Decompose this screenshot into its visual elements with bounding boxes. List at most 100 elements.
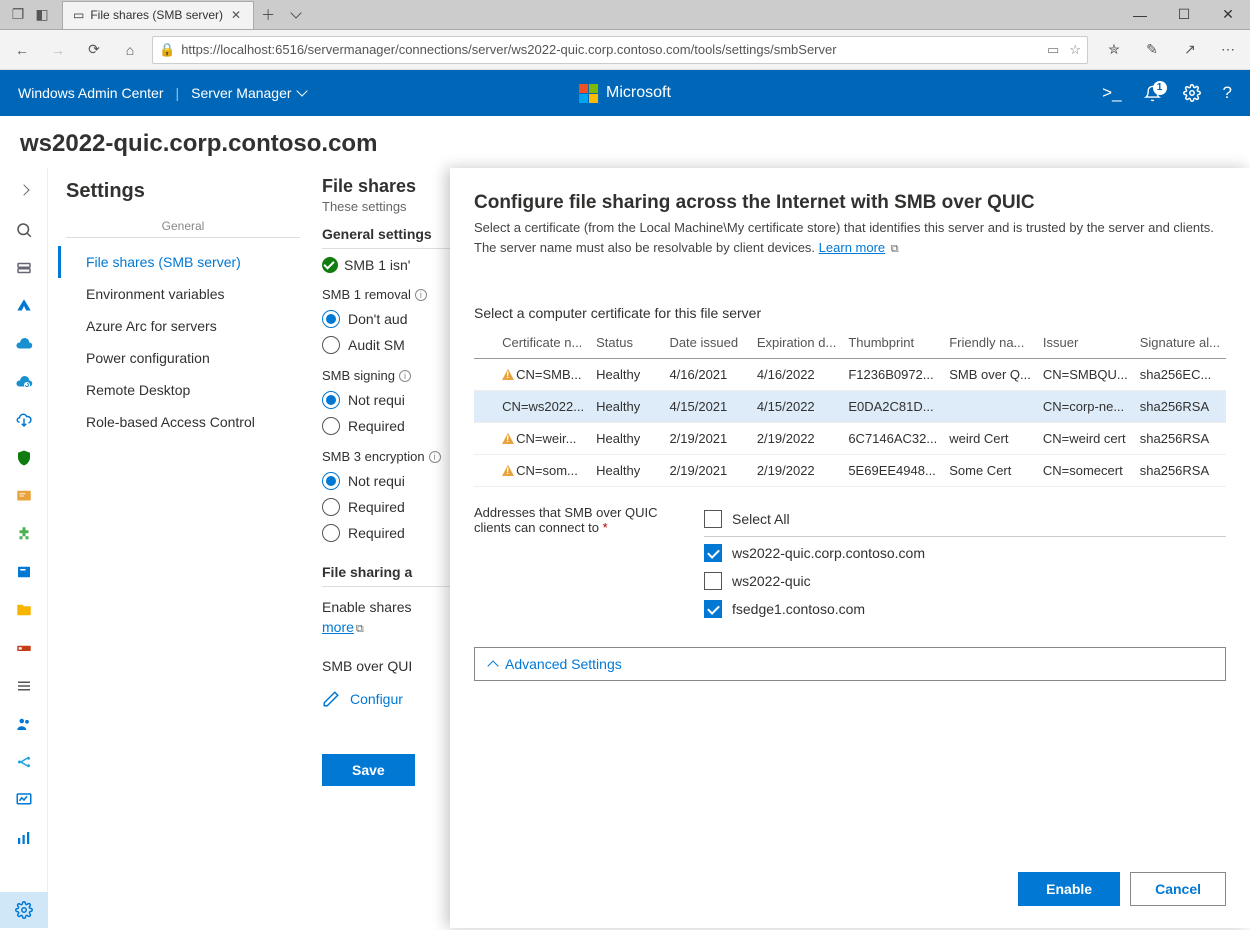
col-status[interactable]: Status <box>590 329 663 359</box>
address-label: ws2022-quic.corp.contoso.com <box>732 545 925 561</box>
address-label: fsedge1.contoso.com <box>732 601 865 617</box>
azure-arc-icon[interactable] <box>4 288 44 324</box>
powershell-icon[interactable]: >_ <box>1102 83 1121 103</box>
address-label: ws2022-quic <box>732 573 811 589</box>
forward-button: → <box>44 36 72 64</box>
panel-learn-more-link[interactable]: Learn more <box>819 240 885 255</box>
server-manager-dropdown[interactable]: Server Manager <box>191 85 305 101</box>
window-maximize-button[interactable]: ☐ <box>1162 1 1206 29</box>
chevron-down-icon <box>296 85 307 96</box>
settings-title: Settings <box>58 178 308 219</box>
cancel-button[interactable]: Cancel <box>1130 872 1226 906</box>
help-icon[interactable]: ? <box>1223 83 1232 103</box>
cloud-icon[interactable] <box>4 326 44 362</box>
server-icon[interactable] <box>4 250 44 286</box>
back-button[interactable]: ← <box>8 36 36 64</box>
success-check-icon <box>322 257 338 273</box>
col-cert-name[interactable]: Certificate n... <box>496 329 590 359</box>
cloud-sync-icon[interactable] <box>4 364 44 400</box>
sidebar-item-rbac[interactable]: Role-based Access Control <box>58 406 308 438</box>
tabs-icon[interactable]: ❐ <box>6 3 30 27</box>
network-icon[interactable] <box>4 744 44 780</box>
files-icon[interactable] <box>4 592 44 628</box>
cert-select-label: Select a computer certificate for this f… <box>474 305 1226 321</box>
tab-overflow-icon[interactable] <box>282 1 310 29</box>
window-close-button[interactable]: ✕ <box>1206 1 1250 29</box>
col-friendly[interactable]: Friendly na... <box>943 329 1037 359</box>
product-name[interactable]: Windows Admin Center <box>18 85 164 101</box>
tab-window-icon: ▭ <box>73 8 84 22</box>
info-icon[interactable]: i <box>415 289 427 301</box>
address-checkbox-row[interactable]: fsedge1.contoso.com <box>704 595 1226 623</box>
notes-icon[interactable]: ✎ <box>1138 36 1166 64</box>
notifications-button[interactable]: 1 <box>1144 85 1161 102</box>
learn-more-link[interactable]: more <box>322 619 354 635</box>
info-icon[interactable]: i <box>429 451 441 463</box>
chart-icon[interactable] <box>4 820 44 856</box>
sidebar-item-azure-arc[interactable]: Azure Arc for servers <box>58 310 308 342</box>
settings-rail-icon[interactable] <box>0 892 48 928</box>
chevron-up-icon <box>487 660 498 671</box>
plugin-icon[interactable] <box>4 516 44 552</box>
reading-view-icon[interactable]: ▭ <box>1047 42 1059 58</box>
certificate-table: Certificate n... Status Date issued Expi… <box>474 329 1226 487</box>
more-icon[interactable]: ⋯ <box>1214 36 1242 64</box>
info-icon[interactable]: i <box>399 370 411 382</box>
checkbox[interactable] <box>704 572 722 590</box>
new-tab-button[interactable]: ＋ <box>254 1 282 29</box>
favorites-icon[interactable]: ✮ <box>1100 36 1128 64</box>
list-icon[interactable] <box>4 668 44 704</box>
collapse-rail-icon[interactable] <box>4 174 44 210</box>
col-expiration[interactable]: Expiration d... <box>751 329 843 359</box>
monitor-icon[interactable] <box>4 782 44 818</box>
hybrid-icon[interactable] <box>4 402 44 438</box>
notification-badge: 1 <box>1153 81 1167 95</box>
lock-icon: 🔒 <box>159 42 175 58</box>
microsoft-logo: Microsoft <box>579 84 671 103</box>
certificate-row[interactable]: CN=ws2022... Healthy4/15/20214/15/2022E0… <box>474 391 1226 423</box>
tab-close-icon[interactable]: ✕ <box>229 8 243 22</box>
devices-icon[interactable] <box>4 630 44 666</box>
refresh-button[interactable]: ⟳ <box>80 36 108 64</box>
col-issued[interactable]: Date issued <box>663 329 750 359</box>
certificate-row[interactable]: CN=som... Healthy2/19/20212/19/20225E69E… <box>474 455 1226 487</box>
url-input[interactable]: 🔒 https://localhost:6516/servermanager/c… <box>152 36 1088 64</box>
sidebar-item-power[interactable]: Power configuration <box>58 342 308 374</box>
home-button[interactable]: ⌂ <box>116 36 144 64</box>
sidebar-item-rdp[interactable]: Remote Desktop <box>58 374 308 406</box>
checkbox[interactable] <box>704 600 722 618</box>
settings-gear-icon[interactable] <box>1183 84 1201 102</box>
search-icon[interactable] <box>4 212 44 248</box>
address-checkbox-row[interactable]: ws2022-quic.corp.contoso.com <box>704 539 1226 567</box>
sidebar-item-env-vars[interactable]: Environment variables <box>58 278 308 310</box>
smb1-status-text: SMB 1 isn' <box>344 257 410 273</box>
addresses-label: Addresses that SMB over QUIC clients can… <box>474 505 684 623</box>
warning-icon <box>502 369 514 380</box>
save-button[interactable]: Save <box>322 754 415 786</box>
shield-icon[interactable] <box>4 440 44 476</box>
checkbox[interactable] <box>704 544 722 562</box>
checkbox[interactable] <box>704 510 722 528</box>
sidebar-toggle-icon[interactable]: ◧ <box>30 3 54 27</box>
col-issuer[interactable]: Issuer <box>1037 329 1134 359</box>
external-link-icon: ⧉ <box>356 623 364 636</box>
address-checkbox-row[interactable]: Select All <box>704 505 1226 537</box>
certificate-row[interactable]: CN=SMB... Healthy4/16/20214/16/2022F1236… <box>474 359 1226 391</box>
share-icon[interactable]: ↗ <box>1176 36 1204 64</box>
col-thumbprint[interactable]: Thumbprint <box>842 329 943 359</box>
certificate-row[interactable]: CN=weir... Healthy2/19/20212/19/20226C71… <box>474 423 1226 455</box>
users-icon[interactable] <box>4 706 44 742</box>
sidebar-item-file-shares[interactable]: File shares (SMB server) <box>58 246 308 278</box>
col-sig[interactable]: Signature al... <box>1134 329 1226 359</box>
browser-titlebar: ❐ ◧ ▭ File shares (SMB server) ✕ ＋ — ☐ ✕ <box>0 0 1250 30</box>
certificates-icon[interactable] <box>4 478 44 514</box>
window-minimize-button[interactable]: — <box>1118 1 1162 29</box>
advanced-settings-button[interactable]: Advanced Settings <box>474 647 1226 681</box>
browser-tab[interactable]: ▭ File shares (SMB server) ✕ <box>62 1 254 29</box>
address-checkbox-row[interactable]: ws2022-quic <box>704 567 1226 595</box>
enable-button[interactable]: Enable <box>1018 872 1120 906</box>
smb-quic-panel: Configure file sharing across the Intern… <box>450 168 1250 928</box>
url-text: https://localhost:6516/servermanager/con… <box>181 42 1041 57</box>
favorite-star-icon[interactable]: ☆ <box>1069 42 1081 58</box>
disk-icon[interactable] <box>4 554 44 590</box>
